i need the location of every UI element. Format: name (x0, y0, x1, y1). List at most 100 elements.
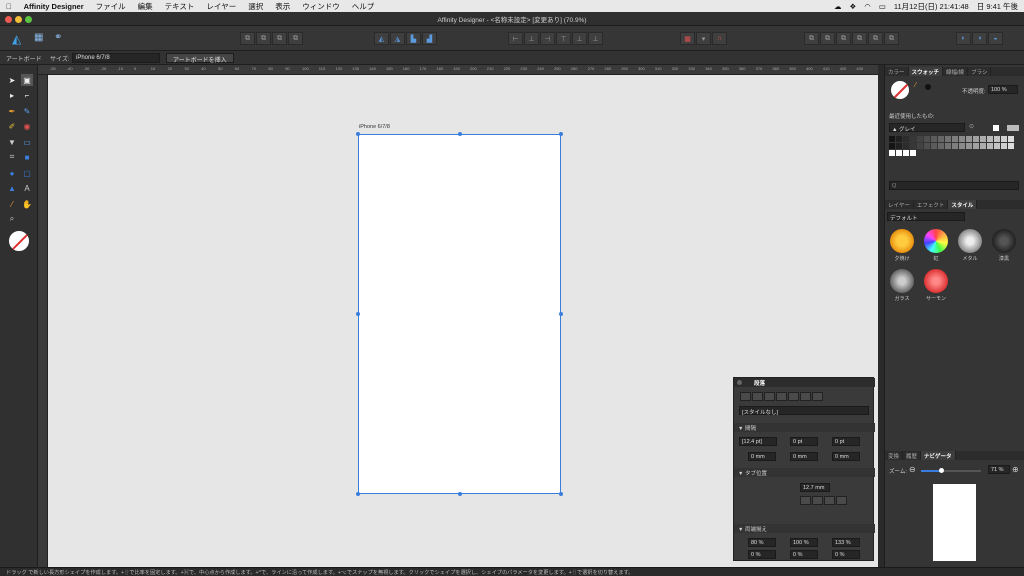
bw-swatch[interactable] (1007, 125, 1019, 131)
opacity-field[interactable]: 100 % (988, 85, 1018, 94)
color-swatch[interactable] (924, 136, 930, 142)
tab-effects[interactable]: エフェクト (914, 200, 949, 209)
color-swatch[interactable] (903, 150, 909, 156)
pencil-tool-icon[interactable]: ✎ (21, 105, 33, 117)
export-persona-icon[interactable]: ⚭ (54, 32, 62, 43)
ungroup-icon[interactable]: ⧉ (884, 32, 899, 45)
color-swatch[interactable] (889, 150, 895, 156)
rectangle-tool-icon[interactable]: ■ (21, 151, 33, 163)
fill-swatch-icon[interactable] (891, 81, 909, 99)
boolean-add-icon[interactable]: ⧉ (240, 32, 255, 45)
eyedropper-tool-icon[interactable]: ⁄ (6, 198, 18, 210)
align-center-text-icon[interactable] (752, 392, 763, 401)
battery-icon[interactable]: ▭ (879, 2, 886, 11)
triangle-tool-icon[interactable]: ▲ (6, 182, 18, 194)
tab-layers[interactable]: レイヤー (885, 200, 914, 209)
menu-app-name[interactable]: Affinity Designer (18, 2, 90, 11)
resize-handle-l[interactable] (356, 312, 360, 316)
vertical-ruler[interactable] (38, 75, 48, 567)
menu-file[interactable]: ファイル (90, 1, 132, 12)
align-bottom-icon[interactable]: ⊥ (588, 32, 603, 45)
color-swatch[interactable] (889, 143, 895, 149)
tab-position-field[interactable]: 12.7 mm (800, 483, 830, 492)
menubar-date[interactable]: 11月12日(日) 21:41:48 (894, 1, 969, 12)
group-icon[interactable]: ⧉ (868, 32, 883, 45)
menu-layer[interactable]: レイヤー (200, 1, 242, 12)
tab-swatches[interactable]: スウォッチ (908, 67, 944, 76)
align-left-icon[interactable]: ⊢ (508, 32, 523, 45)
color-swatch[interactable] (896, 136, 902, 142)
boolean-divide-icon[interactable]: ⧉ (288, 32, 303, 45)
fill-stroke-color-icon[interactable] (9, 231, 29, 251)
resize-handle-br[interactable] (559, 492, 563, 496)
color-swatch[interactable] (910, 136, 916, 142)
style-category-dropdown[interactable]: デフォルト (887, 212, 965, 222)
color-swatch[interactable] (910, 143, 916, 149)
color-swatch[interactable] (959, 143, 965, 149)
snapping-grid-icon[interactable]: ▦ (680, 32, 695, 45)
pixel-persona-icon[interactable]: ▦ (34, 32, 43, 43)
glyph-scale-field[interactable]: 133 % (832, 538, 860, 547)
rotate-left-icon[interactable]: ▙ (406, 32, 421, 45)
ellipse-tool-icon[interactable]: ● (6, 167, 18, 179)
tab-navigator[interactable]: ナビゲータ (921, 451, 956, 460)
align-left-text-icon[interactable] (740, 392, 751, 401)
menu-edit[interactable]: 編集 (132, 1, 159, 12)
first-indent-field[interactable]: 0 mm (790, 452, 818, 461)
justify-left-icon[interactable] (776, 392, 787, 401)
menu-window[interactable]: ウィンドウ (296, 1, 346, 12)
justify-all-icon[interactable] (812, 392, 823, 401)
insert-artboard-button[interactable]: アートボードを挿入 (166, 53, 234, 64)
horizontal-ruler[interactable]: -50 -40 -30 -20 -10 0 10 20 30 40 50 60 70 80 90 100 110… (38, 65, 878, 75)
color-swatch[interactable] (896, 143, 902, 149)
style-sunset[interactable]: 夕焼け (886, 229, 918, 262)
rounded-rect-tool-icon[interactable]: ▢ (21, 167, 33, 179)
style-metal[interactable]: メタル (954, 229, 986, 262)
apple-icon[interactable]:  (0, 2, 18, 11)
corner-tool-icon[interactable]: ⌐ (21, 89, 33, 101)
cloud-icon[interactable]: ☁ (834, 2, 842, 11)
stroke-swatch-icon[interactable] (925, 84, 931, 90)
color-swatch[interactable] (994, 143, 1000, 149)
artboard-tool-icon[interactable]: ▣ (21, 74, 33, 86)
style-salmon[interactable]: サーモン (920, 269, 952, 302)
navigator-preview[interactable] (933, 484, 976, 561)
justify-right-icon[interactable] (800, 392, 811, 401)
color-swatch[interactable] (966, 136, 972, 142)
size-dropdown[interactable]: iPhone 6/7/8 (72, 53, 160, 63)
color-swatch[interactable] (924, 143, 930, 149)
node-tool-icon[interactable]: ▸ (6, 89, 18, 101)
boolean-intersect-icon[interactable]: ⧉ (272, 32, 287, 45)
fill-tool-icon[interactable]: ▼ (6, 136, 18, 148)
none-swatch[interactable] (993, 125, 999, 131)
space-before-field[interactable]: 0 pt (790, 437, 818, 446)
dropbox-icon[interactable]: ❖ (849, 2, 856, 11)
menu-view[interactable]: 表示 (269, 1, 296, 12)
resize-handle-t[interactable] (458, 132, 462, 136)
artboard[interactable] (358, 134, 561, 494)
color-swatch[interactable] (966, 143, 972, 149)
color-swatch[interactable] (903, 143, 909, 149)
arrange-front-icon[interactable]: ⧉ (852, 32, 867, 45)
zoom-slider[interactable] (921, 468, 981, 473)
min-spacing-field[interactable]: 0 % (748, 550, 776, 559)
color-swatch[interactable] (952, 143, 958, 149)
color-swatch[interactable] (896, 150, 902, 156)
color-swatch[interactable] (938, 136, 944, 142)
panel-close-button[interactable] (737, 380, 742, 385)
justify-center-icon[interactable] (788, 392, 799, 401)
tab-decimal-icon[interactable] (836, 496, 847, 505)
zoom-tool-icon[interactable]: ⌕ (6, 213, 18, 225)
studio-icon[interactable]: ◑ (972, 32, 987, 45)
flip-vertical-icon[interactable]: ◮ (390, 32, 405, 45)
palette-dropdown[interactable]: ▲ グレイ (889, 123, 965, 133)
tab-left-icon[interactable] (800, 496, 811, 505)
menu-help[interactable]: ヘルプ (346, 1, 381, 12)
color-swatch[interactable] (952, 136, 958, 142)
tab-color[interactable]: カラー (885, 67, 909, 76)
color-swatch[interactable] (903, 136, 909, 142)
space-after-field[interactable]: 0 pt (832, 437, 860, 446)
style-glass[interactable]: ガラス (886, 269, 918, 302)
color-swatch[interactable] (980, 136, 986, 142)
zoom-in-icon[interactable]: ⊕ (1012, 465, 1019, 474)
